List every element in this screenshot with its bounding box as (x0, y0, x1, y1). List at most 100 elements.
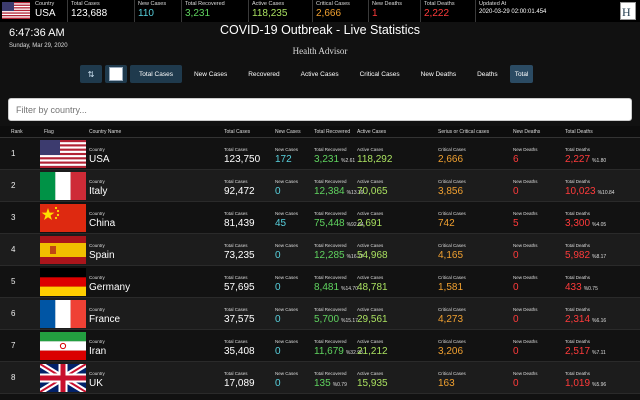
stat-value: 118,235 (252, 8, 288, 19)
table-row[interactable]: 5 Country Germany Total Cases 57,695 New Case… (0, 266, 640, 298)
deaths-number: 5,982 (565, 250, 591, 261)
new-deaths-sub-label: New Deaths (513, 179, 538, 184)
new-cases-sub-label: New Cases (275, 275, 299, 280)
total-cases-value: 35,408 (224, 346, 255, 357)
new-cases-value: 45 (275, 218, 287, 229)
deaths-percent: %7.11 (592, 350, 606, 356)
active-sub-label: Active Cases (357, 275, 384, 280)
stat-value: 2,666 (316, 8, 342, 19)
tab-recovered[interactable]: Recovered (239, 65, 288, 83)
new-cases-sub-label: New Cases (275, 179, 299, 184)
health-advisor-small-logo-icon (109, 67, 123, 81)
table-row[interactable]: 1 Country USA Total Cases 123,750 New Cases 17… (0, 138, 640, 170)
total-deaths-sub-label: Total Deaths (565, 243, 591, 248)
critical-cases-value: 4,165 (438, 250, 464, 261)
recovered-sub-label: Total Recovered (314, 147, 347, 152)
top-stats-bar: Country USA Total Cases 123,688 New Case… (0, 0, 640, 22)
table-row[interactable]: 3 Country China Total Cases 81,439 New Cases 4… (0, 202, 640, 234)
tab-deaths[interactable]: Deaths (468, 65, 507, 83)
table-row[interactable]: 6 Country France Total Cases 37,575 New Cases… (0, 298, 640, 330)
total-deaths-value: 2,517 %7.11 (565, 346, 606, 357)
total-deaths-sub-label: Total Deaths (565, 179, 591, 184)
header-active-cases[interactable]: Active Cases (357, 129, 386, 135)
deaths-number: 1,019 (565, 378, 591, 389)
active-sub-label: Active Cases (357, 307, 384, 312)
total-cases-sub-label: Total Cases (224, 371, 248, 376)
critical-sub-label: Critical Cases (438, 275, 466, 280)
deaths-percent: %0.75 (583, 286, 598, 292)
sort-order-icon[interactable]: ⇅ (80, 65, 102, 83)
tab-new-cases[interactable]: New Cases (185, 65, 236, 83)
active-sub-label: Active Cases (357, 147, 384, 152)
table-header: Rank Flag Country Name Total Cases New C… (0, 126, 640, 138)
tab-new-deaths[interactable]: New Deaths (412, 65, 465, 83)
flag-spain-icon (40, 236, 86, 264)
stat-value: 2,222 (424, 8, 450, 19)
new-cases-sub-label: New Cases (275, 339, 299, 344)
table-row[interactable]: 2 Country Italy Total Cases 92,472 New Cases 0… (0, 170, 640, 202)
health-advisor-logo-icon[interactable]: H (620, 2, 636, 20)
header-new-deaths[interactable]: New Deaths (513, 129, 540, 135)
stat-label: Total Deaths (424, 1, 455, 7)
country-sub-label: Country (89, 211, 105, 216)
header-total-recovered[interactable]: Total Recovered (314, 129, 350, 135)
total-cases-value: 17,089 (224, 378, 255, 389)
recovered-number: 12,384 (314, 186, 345, 197)
critical-cases-value: 2,666 (438, 154, 464, 165)
country-name: Germany (89, 282, 131, 293)
active-cases-value: 118,292 (357, 154, 393, 165)
header-total-cases[interactable]: Total Cases (224, 129, 250, 135)
total-deaths-value: 5,982 %8.17 (565, 250, 606, 261)
recovered-sub-label: Total Recovered (314, 307, 347, 312)
active-sub-label: Active Cases (357, 179, 384, 184)
country-filter-input[interactable] (8, 98, 632, 121)
critical-sub-label: Critical Cases (438, 339, 466, 344)
deaths-percent: %1.80 (592, 158, 607, 164)
deaths-number: 3,300 (565, 218, 591, 229)
recovered-sub-label: Total Recovered (314, 275, 347, 280)
total-cases-value: 81,439 (224, 218, 255, 229)
total-cases-sub-label: Total Cases (224, 179, 248, 184)
country-name: USA (89, 154, 110, 165)
deaths-percent: %4.05 (592, 222, 607, 228)
deaths-number: 2,517 (565, 346, 591, 357)
total-deaths-value: 1,019 %5.96 (565, 378, 606, 389)
recovered-sub-label: Total Recovered (314, 243, 347, 248)
row-rank: 6 (11, 309, 16, 318)
tab-total-cases[interactable]: Total Cases (130, 65, 182, 83)
stat-label: Active Cases (252, 1, 285, 7)
new-cases-sub-label: New Cases (275, 371, 299, 376)
header-critical-cases[interactable]: Serius or Critical cases (438, 129, 489, 135)
country-name: China (89, 218, 116, 229)
top-critical-cases: Critical Cases 2,666 (313, 0, 369, 22)
tab-active-cases[interactable]: Active Cases (292, 65, 348, 83)
new-cases-value: 0 (275, 186, 281, 197)
tab-total[interactable]: Total (509, 65, 534, 83)
header-flag[interactable]: Flag (44, 129, 54, 135)
recovered-value: 8,481 %14.70 (314, 282, 358, 293)
recovered-number: 8,481 (314, 282, 340, 293)
new-deaths-sub-label: New Deaths (513, 307, 538, 312)
table-row[interactable]: 8 Country UK Total Cases 17,089 New Cases 0 Tot… (0, 362, 640, 394)
header-new-cases[interactable]: New Cases (275, 129, 301, 135)
stat-label: Total Cases (71, 1, 100, 7)
table-row[interactable]: 7 Country Iran Total Cases 35,408 New Cases 0 T… (0, 330, 640, 362)
header-total-deaths[interactable]: Total Deaths (565, 129, 593, 135)
total-deaths-sub-label: Total Deaths (565, 339, 591, 344)
total-cases-sub-label: Total Cases (224, 243, 248, 248)
row-rank: 4 (11, 245, 16, 254)
recovered-percent: %15.17 (341, 318, 358, 324)
total-deaths-sub-label: Total Deaths (565, 147, 591, 152)
active-cases-value: 70,065 (357, 186, 388, 197)
recovered-sub-label: Total Recovered (314, 371, 347, 376)
total-cases-sub-label: Total Cases (224, 339, 248, 344)
total-cases-sub-label: Total Cases (224, 211, 248, 216)
tab-critical-cases[interactable]: Critical Cases (351, 65, 409, 83)
header-country-name[interactable]: Country Name (89, 129, 121, 135)
country-sub-label: Country (89, 243, 105, 248)
logo-button[interactable] (105, 65, 127, 83)
header-rank[interactable]: Rank (11, 129, 23, 135)
row-rank: 1 (11, 149, 16, 158)
stat-value: 123,688 (71, 8, 108, 19)
table-row[interactable]: 4 Country Spain Total Cases 73,235 New Cases 0… (0, 234, 640, 266)
